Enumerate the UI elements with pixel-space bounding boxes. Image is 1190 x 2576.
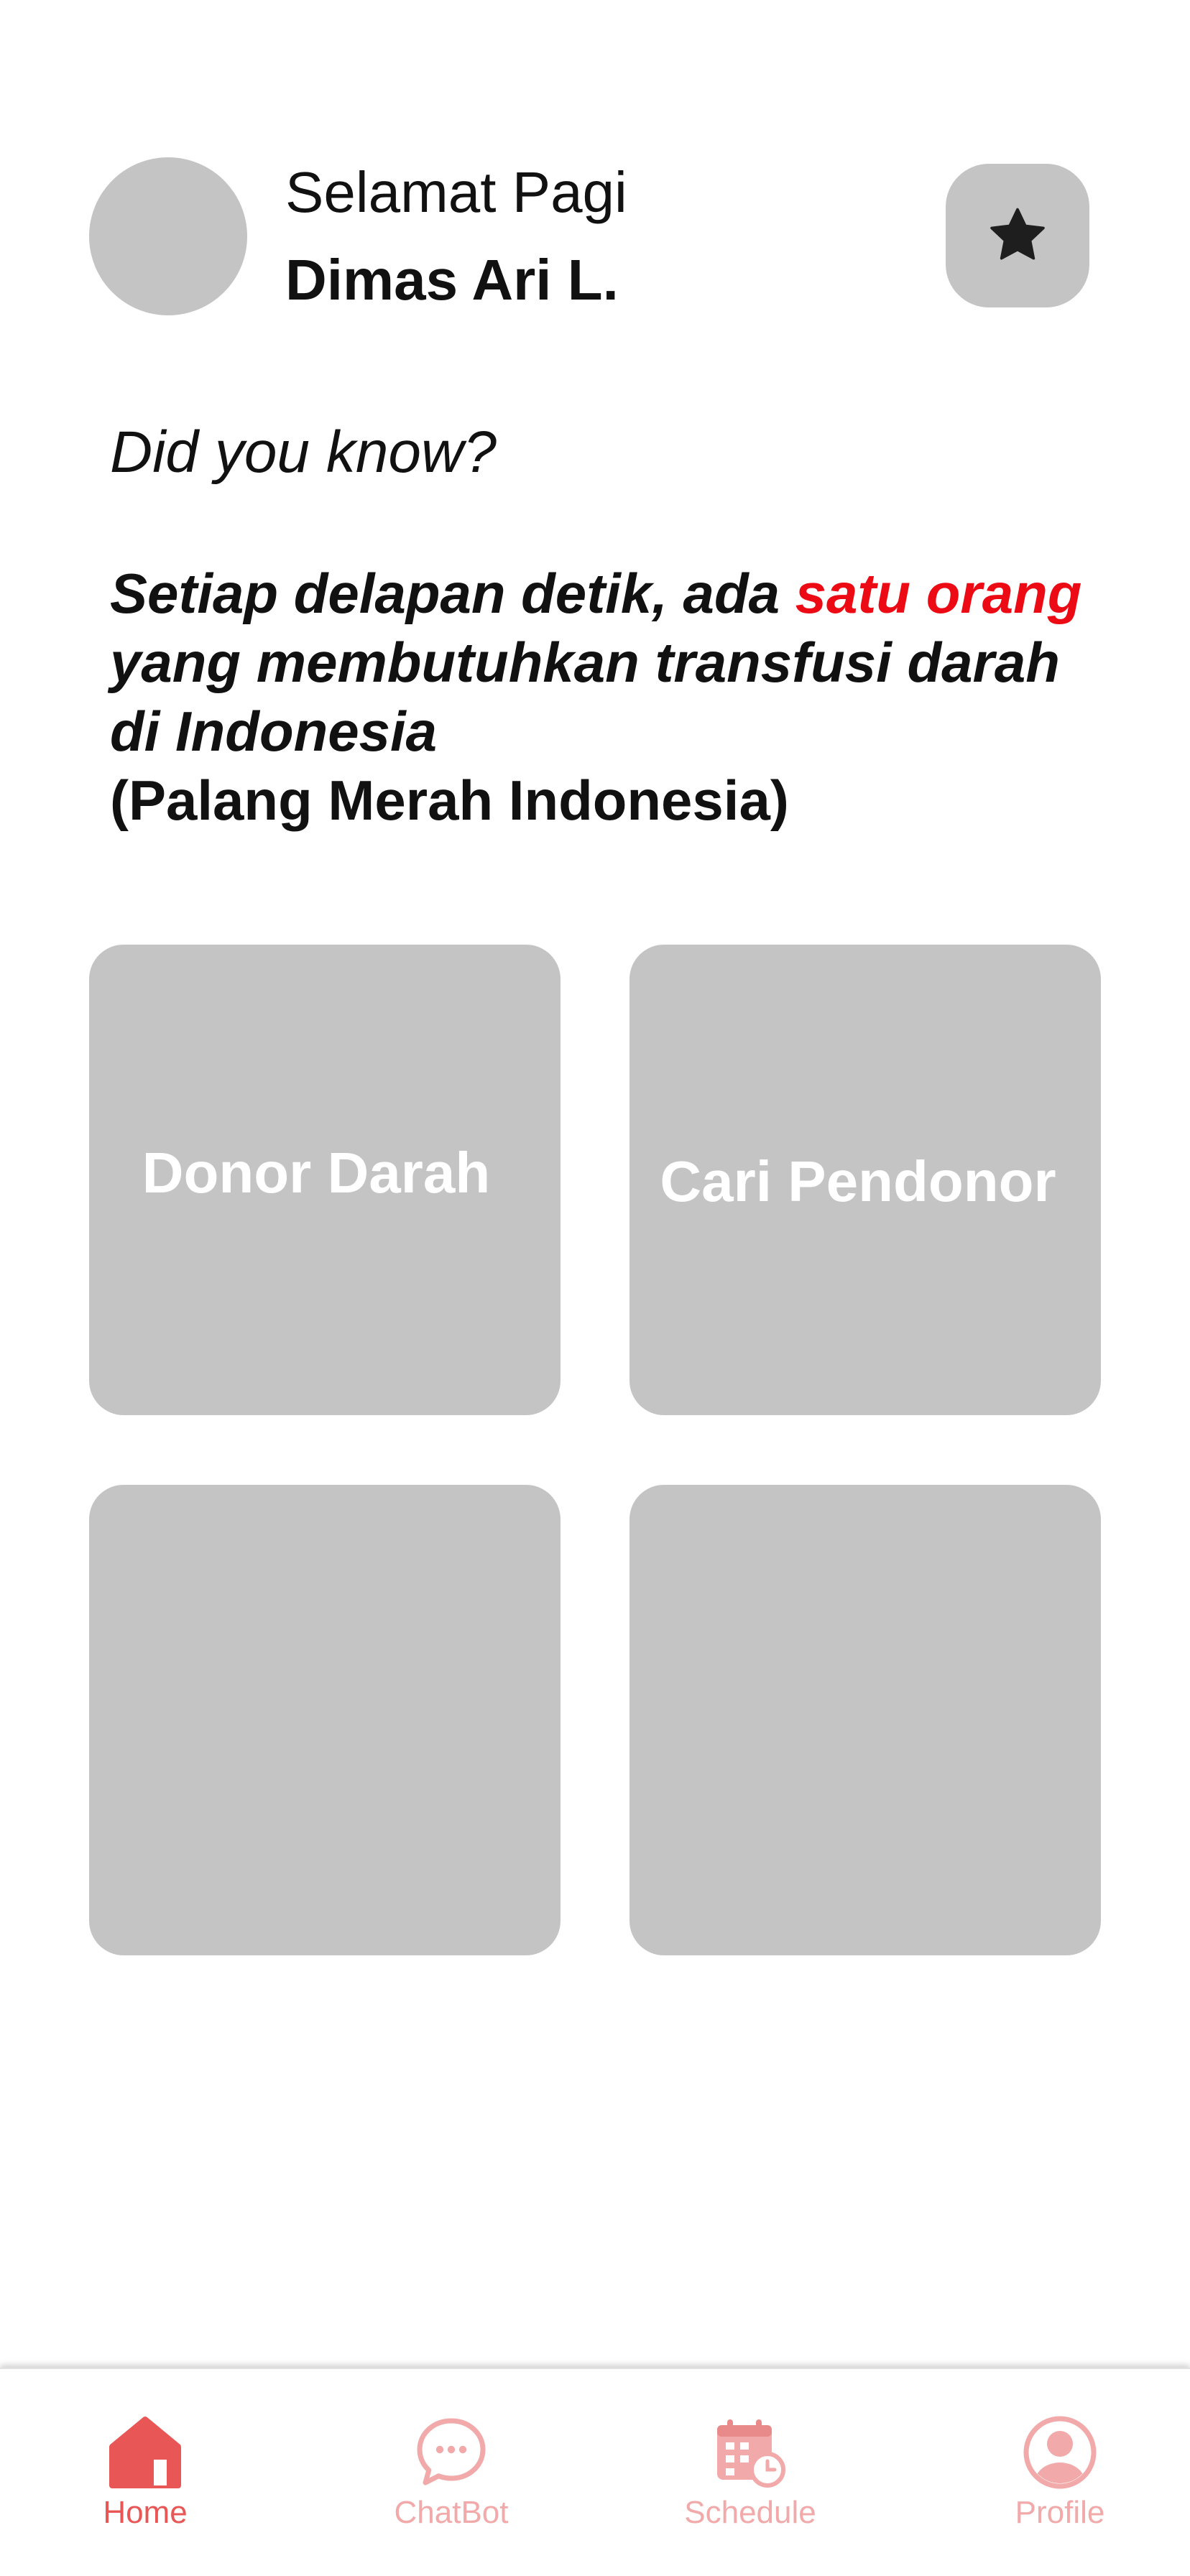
feature-card-4[interactable]	[629, 1485, 1101, 1955]
calendar-icon	[711, 2415, 790, 2490]
user-icon	[1020, 2415, 1099, 2490]
avatar[interactable]	[89, 157, 247, 315]
nav-schedule-label: Schedule	[684, 2495, 816, 2530]
nav-profile-label: Profile	[1015, 2495, 1105, 2530]
greeting-text: Selamat Pagi	[285, 160, 627, 224]
chat-bubble-icon	[412, 2415, 491, 2490]
did-you-know-title: Did you know?	[110, 420, 497, 485]
nav-chatbot[interactable]: ChatBot	[379, 2369, 523, 2576]
cari-pendonor-card[interactable]: Cari Pendonor	[629, 945, 1101, 1415]
fact-text-part1: Setiap delapan detik, ada	[110, 562, 795, 625]
home-icon	[106, 2415, 185, 2490]
blood-fact-text: Setiap delapan detik, ada satu orang yan…	[110, 559, 1116, 835]
cari-pendonor-label: Cari Pendonor	[660, 1149, 1056, 1213]
nav-chatbot-label: ChatBot	[394, 2495, 509, 2530]
nav-home-label: Home	[103, 2495, 188, 2530]
fact-source: (Palang Merah Indonesia)	[110, 769, 789, 832]
fact-highlight: satu orang	[795, 562, 1082, 625]
star-icon	[990, 208, 1045, 260]
nav-schedule[interactable]: Schedule	[672, 2369, 829, 2576]
feature-card-3[interactable]	[89, 1485, 561, 1955]
bottom-navigation: Home ChatBot Schedule Profile	[0, 2368, 1190, 2576]
donor-darah-label: Donor Darah	[142, 1140, 491, 1205]
donor-darah-card[interactable]: Donor Darah	[89, 945, 561, 1415]
user-name: Dimas Ari L.	[285, 248, 619, 312]
nav-home[interactable]: Home	[75, 2369, 216, 2576]
nav-profile[interactable]: Profile	[1002, 2369, 1117, 2576]
favorites-button[interactable]	[946, 164, 1089, 307]
fact-text-part2: yang membutuhkan transfusi darah di Indo…	[110, 631, 1060, 763]
